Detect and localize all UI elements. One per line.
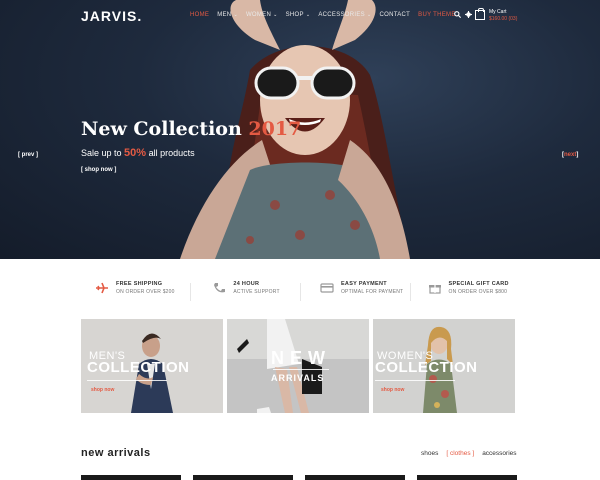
filter-clothes[interactable]: [ clothes ] — [446, 450, 474, 457]
chevron-down-icon: ⌄ — [233, 12, 238, 18]
phone-icon — [214, 283, 226, 293]
nav-women-label: WOMEN — [245, 12, 272, 18]
feature-subtitle: ON ORDER OVER $200 — [116, 289, 175, 295]
feature-strip: FREE SHIPPING ON ORDER OVER $200 24 HOUR… — [81, 281, 519, 303]
feature-subtitle: ON ORDER OVER $800 — [448, 289, 508, 295]
banner-shop-now-link[interactable]: shop now — [91, 387, 114, 393]
hero-title-year: 2017 — [248, 118, 302, 140]
cart-label: My Cart — [489, 9, 507, 15]
chevron-down-icon: ⌄ — [305, 12, 311, 18]
cart-total: $160.00 (03) — [489, 16, 518, 22]
slider-next-close: ] — [576, 152, 579, 158]
banner-shop-now-link[interactable]: shop now — [381, 387, 404, 393]
filter-accessories[interactable]: accessories — [482, 450, 516, 457]
feature-gift-card: SPECIAL GIFT CARD ON ORDER OVER $800 — [409, 281, 519, 303]
feature-free-shipping: FREE SHIPPING ON ORDER OVER $200 — [81, 281, 190, 303]
feature-title: FREE SHIPPING — [116, 281, 163, 287]
collection-banners: MEN'S COLLECTION shop now NEW ARRIVALS W… — [81, 319, 517, 413]
slider-next-word: next — [564, 152, 577, 158]
product-thumbnail[interactable] — [193, 475, 293, 480]
nav-men-label: MEN — [217, 12, 232, 18]
feature-subtitle: OPTIMAL FOR PAYMENT — [340, 289, 404, 295]
banner-womens-collection[interactable]: WOMEN'S COLLECTION shop now — [373, 319, 515, 413]
airplane-icon — [96, 282, 108, 294]
feature-title: SPECIAL GIFT CARD — [448, 281, 509, 287]
hero-title: New Collection 2017 — [81, 118, 301, 140]
nav-contact[interactable]: CONTACT — [379, 12, 410, 18]
nav-buy-theme[interactable]: BUY THEME — [418, 12, 456, 18]
nav-accessories[interactable]: ACCESSORIES ⌄ — [318, 12, 371, 18]
gear-icon[interactable] — [465, 11, 472, 18]
hero-subtitle-percent: 50% — [124, 147, 147, 159]
search-icon[interactable] — [454, 11, 461, 18]
nav-home[interactable]: HOME — [190, 12, 209, 18]
mini-cart[interactable]: My Cart $160.00 (03) — [475, 8, 518, 23]
banner-divider — [273, 369, 329, 370]
feature-easy-payment: EASY PAYMENT OPTIMAL FOR PAYMENT — [299, 281, 410, 303]
hero-subtitle: Sale up to 50% all products — [81, 147, 195, 159]
banner-line1: NEW — [271, 348, 331, 368]
feature-title: EASY PAYMENT — [340, 281, 387, 287]
nav-men[interactable]: MEN ⌄ — [217, 12, 238, 18]
site-logo[interactable]: JARVIS. — [81, 8, 142, 24]
feature-title: 24 HOUR — [233, 281, 260, 287]
nav-accessories-label: ACCESSORIES — [318, 12, 365, 18]
hero-shop-now-button[interactable]: [ shop now ] — [81, 167, 116, 173]
slider-prev-button[interactable]: [ prev ] — [18, 152, 38, 158]
feature-subtitle: ACTIVE SUPPORT — [233, 289, 280, 295]
nav-home-label: HOME — [190, 12, 210, 18]
banner-mens-collection[interactable]: MEN'S COLLECTION shop now — [81, 319, 223, 413]
new-arrivals-filters: shoes [ clothes ] accessories — [421, 450, 517, 457]
product-thumbnail[interactable] — [81, 475, 181, 480]
hero-subtitle-post: all products — [148, 148, 195, 158]
feature-support: 24 HOUR ACTIVE SUPPORT — [190, 281, 300, 303]
main-nav: HOME MEN ⌄ WOMEN ⌄ SHOP ⌄ ACCESSORIES ⌄ CONT… — [190, 12, 464, 18]
nav-contact-label: CONTACT — [379, 12, 411, 18]
banner-line2: ARRIVALS — [271, 373, 325, 383]
gift-icon — [428, 285, 441, 294]
chevron-down-icon: ⌄ — [366, 12, 372, 18]
chevron-down-icon: ⌄ — [273, 12, 278, 18]
hero-subtitle-pre: Sale up to — [81, 148, 122, 158]
hero-title-main: New Collection — [81, 118, 242, 140]
nav-shop-label: SHOP — [285, 12, 304, 18]
product-thumbnail[interactable] — [417, 475, 517, 480]
banner-divider — [375, 380, 455, 381]
banner-line2: COLLECTION — [87, 359, 190, 376]
credit-card-icon — [320, 283, 334, 293]
banner-new-arrivals[interactable]: NEW ARRIVALS — [227, 319, 369, 413]
nav-shop[interactable]: SHOP ⌄ — [286, 12, 311, 18]
new-arrivals-heading: new arrivals — [81, 447, 151, 459]
banner-divider — [87, 380, 167, 381]
slider-next-button[interactable]: [next] — [562, 152, 578, 158]
nav-women[interactable]: WOMEN ⌄ — [246, 12, 278, 18]
banner-line2: COLLECTION — [375, 359, 478, 376]
nav-buy-theme-label: BUY THEME — [418, 12, 456, 18]
product-thumbnail[interactable] — [305, 475, 405, 480]
hero-slider: JARVIS. HOME MEN ⌄ WOMEN ⌄ SHOP ⌄ ACCESSORI… — [0, 0, 600, 259]
cart-icon — [475, 8, 485, 20]
filter-shoes[interactable]: shoes — [421, 450, 438, 457]
